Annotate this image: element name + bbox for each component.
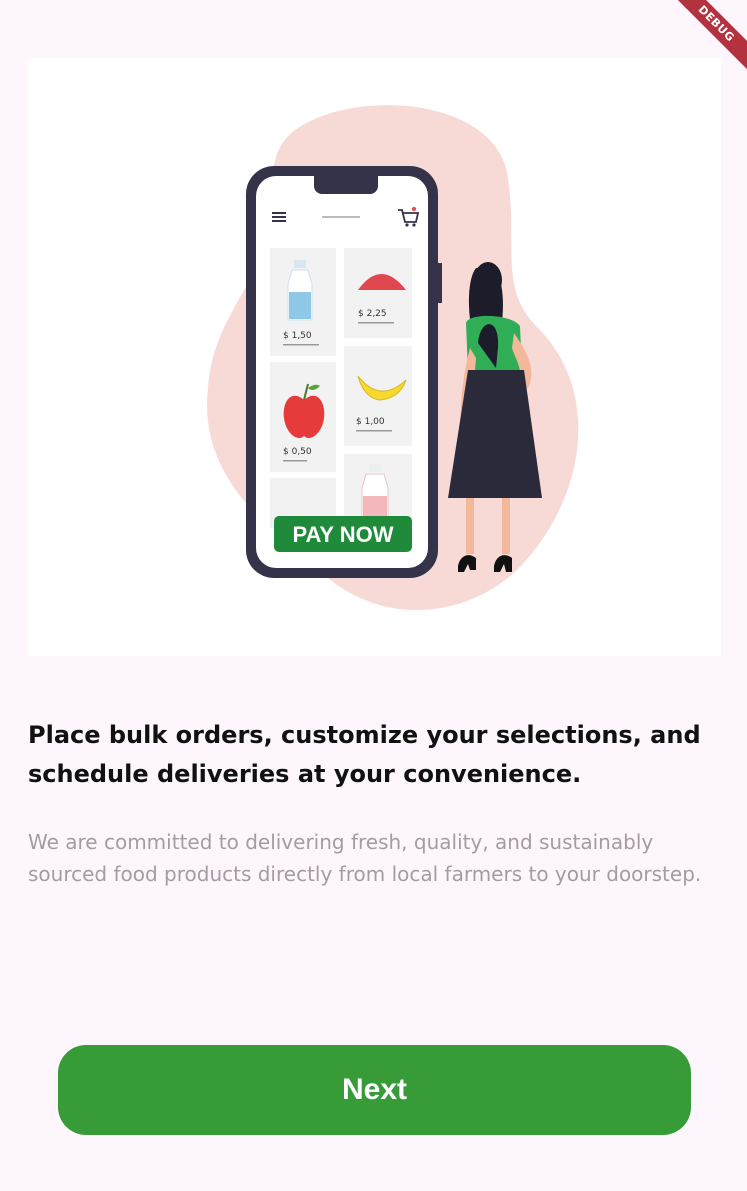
product-card-melon [344, 248, 412, 338]
menu-icon [272, 212, 286, 222]
price-line [283, 460, 307, 462]
price-melon: $ 2,25 [358, 309, 387, 319]
price-apple: $ 0,50 [283, 447, 312, 457]
phone-side-button [438, 263, 442, 303]
price-line [356, 430, 392, 432]
screen-title-line [322, 216, 360, 218]
price-line [358, 322, 394, 324]
phone-notch [314, 166, 378, 194]
shopping-phone-illustration: $ 1,50 $ 2,25 $ 0,50 $ 1,00 PAY NOW [207, 105, 579, 611]
price-milk: $ 1,50 [283, 331, 312, 341]
price-banana: $ 1,00 [356, 417, 385, 427]
onboarding-description: We are committed to delivering fresh, qu… [28, 830, 702, 886]
next-button[interactable]: Next [58, 1045, 691, 1135]
pay-now-label: PAY NOW [292, 522, 393, 547]
price-line [283, 344, 319, 346]
onboarding-headline: Place bulk orders, customize your select… [28, 721, 701, 788]
onboarding-illustration: $ 1,50 $ 2,25 $ 0,50 $ 1,00 PAY NOW [28, 58, 721, 656]
